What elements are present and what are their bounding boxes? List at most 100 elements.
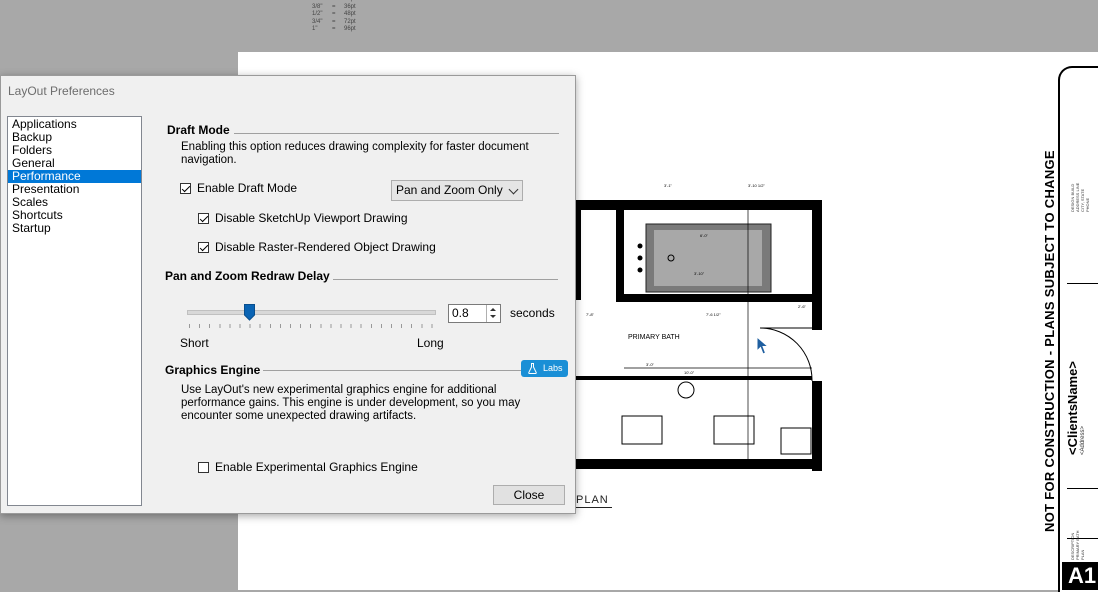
enable-draft-mode-checkbox[interactable]: Enable Draft Mode (180, 181, 297, 195)
scale-px: 36pt (344, 3, 356, 10)
scale-inch: 1/2" (312, 11, 323, 17)
plan-dim-3: 6'-0" (700, 233, 709, 238)
construction-notice: NOT FOR CONSTRUCTION - PLANS SUBJECT TO … (1042, 150, 1057, 532)
draft-mode-select[interactable]: Pan and Zoom Only (391, 180, 523, 201)
disable-viewport-checkbox[interactable]: Disable SketchUp Viewport Drawing (198, 211, 408, 225)
wall-right-lower (812, 381, 822, 471)
section-divider (263, 370, 521, 371)
graphics-engine-heading: Graphics Engine (165, 363, 261, 377)
plan-caption: PLAN (576, 494, 609, 506)
spin-up-icon[interactable] (490, 308, 496, 311)
slider-min-label: Short (180, 336, 209, 350)
wall-mid (624, 294, 812, 302)
wall-right-upper (812, 200, 822, 330)
redraw-delay-value: 0.8 (452, 306, 469, 320)
section-divider (234, 133, 559, 134)
scale-px: 72pt (344, 18, 356, 25)
draft-mode-select-value: Pan and Zoom Only (396, 183, 503, 197)
scale-row: 3/4" = 72pt (312, 19, 356, 27)
floor-plan-drawing[interactable]: PRIMARY BATH 3'-1" 3'-10 1/2" 6'-0" 3'-1… (576, 176, 826, 476)
valve-2 (637, 255, 643, 261)
disable-raster-checkbox[interactable]: Disable Raster-Rendered Object Drawing (198, 240, 436, 254)
valve-3 (637, 267, 643, 273)
chevron-down-icon (508, 184, 519, 195)
scale-eq: = (332, 11, 336, 17)
graphics-engine-description: Use LayOut's new experimental graphics e… (181, 384, 521, 422)
experimental-engine-label: Enable Experimental Graphics Engine (215, 460, 418, 474)
room-label: PRIMARY BATH (628, 334, 680, 341)
flask-icon (528, 363, 537, 374)
plan-dim-1: 3'-1" (664, 183, 673, 188)
checkbox-box[interactable] (198, 461, 209, 473)
plan-dim-2: 3'-10 1/2" (748, 183, 765, 188)
slider-ticks (189, 324, 433, 328)
checkbox-box[interactable] (198, 241, 209, 253)
redraw-delay-unit: seconds (510, 306, 555, 320)
scale-px: 48pt (344, 11, 356, 17)
preferences-category-list[interactable]: Applications Backup Folders General Performa… (7, 116, 142, 506)
checkbox-box[interactable] (180, 182, 191, 194)
enable-draft-mode-label: Enable Draft Mode (197, 181, 298, 195)
client-address: <Address> (1080, 425, 1086, 455)
scale-row: 1" = 96pt (312, 26, 356, 34)
scale-reference-table: 1/4"=24pt3/8"=36pt1/2"=48pt3/4"=72pt1"=9… (312, 0, 356, 34)
plan-dim-4: 3'-10" (694, 271, 705, 276)
redraw-delay-heading: Pan and Zoom Redraw Delay (165, 269, 330, 283)
scale-eq: = (332, 18, 336, 25)
section-divider (333, 279, 558, 280)
firm-line: PHONE (1085, 197, 1090, 212)
title-block-divider (1067, 488, 1098, 489)
labs-badge-label: Labs (543, 363, 563, 373)
sheet-description: DESCRIPTION PRIMARY BATH PLAN (1070, 530, 1085, 560)
plan-dim-7: 3'-0" (646, 362, 655, 367)
dialog-title: LayOut Preferences (8, 84, 115, 98)
scale-eq: = (332, 26, 336, 32)
nav-item-startup[interactable]: Startup (8, 222, 141, 235)
plan-dim-6: 10'-0" (684, 370, 695, 375)
client-name: <ClientsName> (1065, 361, 1080, 455)
title-block (1058, 66, 1098, 592)
wall-top (576, 200, 822, 210)
scale-eq: = (332, 3, 336, 10)
plan-dim-5: 7'-6 1/2" (706, 312, 721, 317)
wall-shower (616, 210, 624, 302)
close-button[interactable]: Close (493, 485, 565, 505)
wall-bottom (576, 459, 822, 469)
draft-mode-description: Enabling this option reduces drawing com… (181, 141, 529, 166)
disable-raster-label: Disable Raster-Rendered Object Drawing (215, 240, 436, 254)
floor-drain (677, 381, 695, 399)
scale-row: 3/8" = 36pt (312, 4, 356, 12)
checkbox-box[interactable] (198, 212, 209, 224)
scale-inch: 3/4" (312, 18, 323, 25)
scale-row: 1/2" = 48pt (312, 11, 356, 19)
scale-inch: 1" (312, 26, 318, 32)
plan-dim-8: 7'-8" (586, 312, 595, 317)
redraw-delay-slider-thumb[interactable] (243, 304, 255, 321)
valve-1 (637, 243, 643, 249)
bathtub-basin (654, 230, 762, 286)
draft-mode-heading: Draft Mode (167, 123, 230, 137)
linen-cabinet (780, 427, 812, 455)
plan-caption-underline (576, 507, 612, 508)
disable-viewport-label: Disable SketchUp Viewport Drawing (215, 211, 408, 225)
spin-buttons[interactable] (486, 305, 500, 322)
wall-left-upper (576, 200, 581, 300)
firm-info: DESIGN BUILD ADDRESS LINE CITY, STATE PHONE (1070, 183, 1090, 212)
mouse-cursor-icon (756, 336, 770, 355)
scale-px: 96pt (344, 26, 356, 32)
canvas-background (0, 0, 1098, 52)
title-block-divider (1067, 283, 1098, 284)
scale-inch: 3/8" (312, 3, 323, 10)
spin-down-icon[interactable] (490, 315, 496, 318)
plan-dim-9: 2'-6" (798, 304, 807, 309)
sink-left (621, 415, 663, 445)
labs-badge: Labs (521, 360, 568, 377)
experimental-engine-checkbox[interactable]: Enable Experimental Graphics Engine (198, 460, 418, 474)
counter-line (576, 376, 812, 380)
slider-max-label: Long (417, 336, 444, 350)
description-line: PLAN (1080, 549, 1085, 560)
sheet-number: A1 (1062, 562, 1098, 590)
redraw-delay-slider-track[interactable] (187, 310, 436, 315)
redraw-delay-input[interactable]: 0.8 (448, 304, 501, 323)
preferences-dialog: LayOut Preferences Applications Backup Fol… (0, 75, 576, 514)
